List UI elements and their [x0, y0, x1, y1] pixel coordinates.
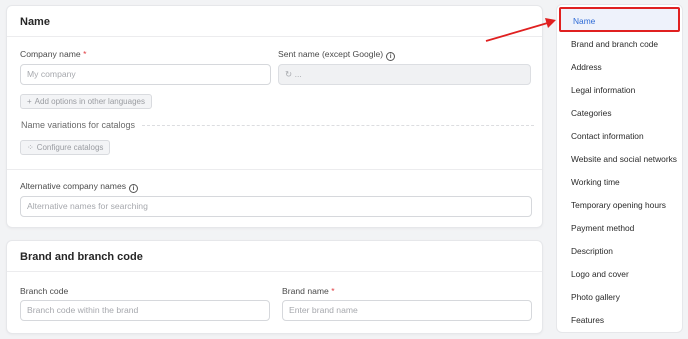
nav-item-label: Name — [573, 16, 596, 26]
nav-item-legal[interactable]: Legal information — [571, 85, 635, 95]
refresh-icon: ↻ — [285, 69, 293, 79]
alt-names-input[interactable]: Alternative names for searching — [20, 196, 532, 217]
section-nav: Name Brand and branch code Address Legal… — [556, 4, 683, 333]
company-name-input[interactable]: My company — [20, 64, 271, 85]
nav-item-description[interactable]: Description — [571, 246, 613, 256]
alt-names-label: Alternative company names i — [20, 181, 139, 193]
info-circle-icon[interactable]: i — [129, 184, 139, 193]
nav-item-website[interactable]: Website and social networks — [571, 154, 677, 164]
nav-item-photo[interactable]: Photo gallery — [571, 292, 620, 302]
configure-catalogs-button[interactable]: ⁘ Configure catalogs — [20, 140, 111, 155]
sent-name-field: ↻ ... — [278, 64, 531, 85]
catalog-variations-title: Name variations for catalogs — [21, 120, 136, 130]
nav-item-name[interactable]: Name — [559, 7, 680, 32]
card-divider — [7, 271, 542, 272]
brand-card: Brand and branch code Branch code Branch… — [6, 240, 543, 334]
name-card-title: Name — [20, 16, 50, 28]
nav-item-address[interactable]: Address — [571, 62, 602, 72]
card-divider — [7, 36, 542, 37]
info-circle-icon[interactable]: i — [386, 52, 396, 61]
brand-card-title: Brand and branch code — [20, 251, 143, 263]
nav-item-logo[interactable]: Logo and cover — [571, 269, 629, 279]
nav-item-payment[interactable]: Payment method — [571, 223, 634, 233]
nav-item-brand[interactable]: Brand and branch code — [571, 39, 658, 49]
nav-item-contact[interactable]: Contact information — [571, 131, 644, 141]
nav-item-categories[interactable]: Categories — [571, 108, 612, 118]
name-card: Name Company name * My company Sent name… — [6, 5, 543, 228]
dashed-divider — [142, 125, 534, 126]
branch-code-label: Branch code — [20, 286, 69, 296]
nav-item-temporary-hours[interactable]: Temporary opening hours — [571, 200, 666, 210]
card-divider — [7, 169, 542, 170]
branch-code-input[interactable]: Branch code within the brand — [20, 300, 270, 321]
company-name-label: Company name * — [20, 49, 87, 59]
brand-name-label: Brand name * — [282, 286, 335, 296]
add-languages-button[interactable]: + Add options in other languages — [20, 94, 152, 109]
nav-item-features[interactable]: Features — [571, 315, 604, 325]
brand-name-input[interactable]: Enter brand name — [282, 300, 532, 321]
plus-icon: + — [27, 97, 32, 106]
sent-name-label: Sent name (except Google) i — [278, 49, 396, 61]
nav-item-working-time[interactable]: Working time — [571, 177, 620, 187]
grid-icon: ⁘ — [27, 143, 34, 152]
